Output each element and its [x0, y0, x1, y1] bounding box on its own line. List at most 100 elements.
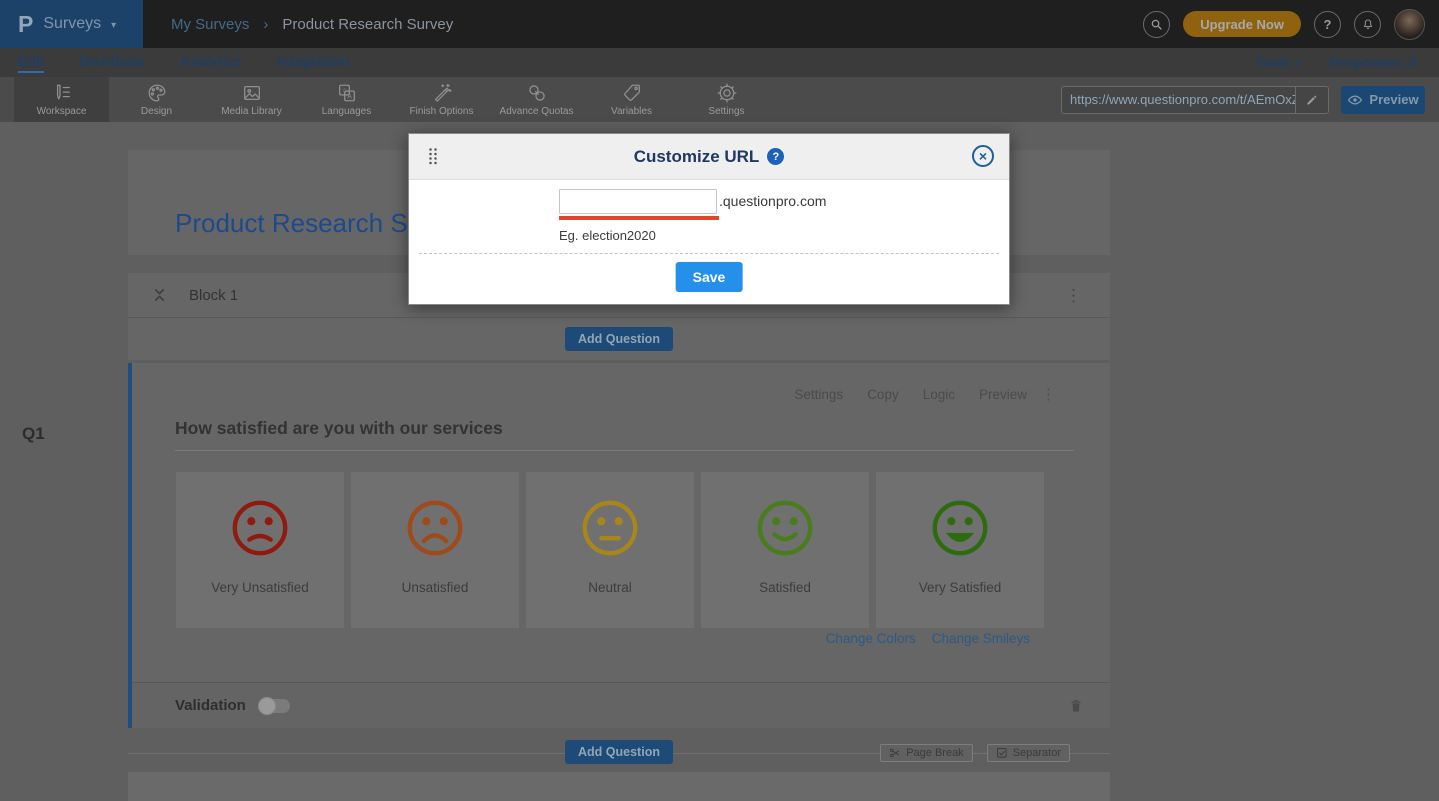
change-smileys-link[interactable]: Change Smileys	[932, 631, 1030, 646]
separator-label: Separator	[1013, 747, 1061, 759]
topbar: P Surveys ▾ My Surveys › Product Researc…	[0, 0, 1439, 48]
toolbar-item-label: Languages	[322, 106, 372, 117]
modal-title: Customize URL	[634, 147, 760, 167]
smiley-options-row: Very Unsatisfied Unsatisfied Neutral Satisf…	[176, 472, 1044, 628]
smiley-option-label: Unsatisfied	[402, 580, 469, 595]
chevron-down-icon: ▾	[111, 20, 116, 31]
close-icon: ×	[979, 149, 987, 163]
custom-url-input[interactable]	[559, 189, 717, 214]
question-card: Settings Copy Logic Preview ⋮ How satisfied…	[128, 363, 1110, 728]
modal-divider	[419, 253, 999, 254]
responses-count: Responses: 0	[1329, 55, 1417, 70]
smile-smiley-icon	[754, 497, 816, 559]
question-menu-icon[interactable]: ⋮	[1041, 385, 1056, 403]
page-break-button[interactable]: Page Break	[880, 744, 972, 762]
question-action-preview[interactable]: Preview	[979, 387, 1027, 402]
change-colors-link[interactable]: Change Colors	[826, 631, 916, 646]
add-question-button-bottom[interactable]: Add Question	[565, 740, 673, 764]
tools-menu[interactable]: Tools▾	[1255, 55, 1299, 70]
toolbar-item-label: Variables	[611, 106, 652, 117]
input-error-underline	[559, 216, 719, 220]
question-links: Change Colors Change Smileys	[826, 631, 1030, 646]
nav-tab-edit[interactable]: Edit	[18, 53, 44, 73]
breadcrumb-separator-icon: ›	[263, 16, 268, 33]
question-text[interactable]: How satisfied are you with our services	[175, 418, 503, 439]
toolbar-item-languages[interactable]: ☆ALanguages	[299, 77, 394, 122]
drag-handle-icon[interactable]	[427, 147, 439, 166]
question-action-copy[interactable]: Copy	[867, 387, 899, 402]
upgrade-now-button[interactable]: Upgrade Now	[1183, 11, 1301, 37]
block-title[interactable]: Block 1	[189, 287, 238, 304]
toolbar-item-variables[interactable]: Variables	[584, 77, 679, 122]
page-break-icon	[889, 747, 901, 759]
page-break-separator-group: Page Break Separator	[880, 744, 1070, 762]
frown-smiley-icon	[229, 497, 291, 559]
save-button[interactable]: Save	[676, 262, 743, 292]
question-number: Q1	[22, 424, 45, 444]
trash-icon	[1068, 697, 1084, 715]
toolbar-item-design[interactable]: Design	[109, 77, 204, 122]
validation-toggle[interactable]	[260, 699, 290, 713]
modal-close-button[interactable]: ×	[972, 145, 994, 167]
breadcrumb: My Surveys › Product Research Survey	[171, 16, 453, 33]
user-avatar[interactable]	[1394, 9, 1425, 40]
block-add-question-row: Add Question	[128, 318, 1110, 359]
modal-body: .questionpro.com Eg. election2020 Save	[409, 180, 1009, 306]
smiley-option-unsatisfied[interactable]: Unsatisfied	[351, 472, 519, 628]
frown-deep-smiley-icon	[404, 497, 466, 559]
validation-label: Validation	[175, 697, 246, 714]
notifications-button[interactable]	[1354, 11, 1381, 38]
main-nav: Edit Distribute Analytics Integration Tools…	[0, 48, 1439, 77]
smiley-option-very-satisfied[interactable]: Very Satisfied	[876, 472, 1044, 628]
smiley-option-label: Neutral	[588, 580, 632, 595]
design-icon	[146, 82, 168, 104]
breadcrumb-current: Product Research Survey	[282, 16, 453, 33]
block-menu-icon[interactable]: ⋮	[1065, 287, 1110, 304]
preview-label: Preview	[1369, 92, 1418, 107]
collapse-block-icon[interactable]	[152, 287, 167, 303]
smiley-option-label: Very Satisfied	[919, 580, 1002, 595]
smiley-option-very-unsatisfied[interactable]: Very Unsatisfied	[176, 472, 344, 628]
nav-right: Tools▾ Responses: 0	[1255, 55, 1421, 70]
question-text-underline	[175, 450, 1074, 451]
search-button[interactable]	[1143, 11, 1170, 38]
pencil-icon	[1305, 93, 1319, 107]
question-action-logic[interactable]: Logic	[923, 387, 955, 402]
breadcrumb-my-surveys[interactable]: My Surveys	[171, 16, 249, 33]
nav-tab-integration[interactable]: Integration	[277, 53, 349, 73]
smiley-option-label: Very Unsatisfied	[211, 580, 309, 595]
toolbar-item-label: Workspace	[37, 106, 87, 117]
product-switcher[interactable]: P Surveys ▾	[0, 0, 143, 48]
preview-button[interactable]: Preview	[1341, 86, 1425, 114]
smiley-option-neutral[interactable]: Neutral	[526, 472, 694, 628]
nav-tab-analytics[interactable]: Analytics	[180, 53, 242, 73]
toolbar-item-finish-options[interactable]: Finish Options	[394, 77, 489, 122]
survey-url[interactable]: https://www.questionpro.com/t/AEmOxZ	[1062, 92, 1295, 107]
questionpro-logo-icon: P	[18, 13, 33, 36]
separator-button[interactable]: Separator	[987, 744, 1070, 762]
question-mark-icon: ?	[1324, 17, 1332, 32]
workspace-icon	[51, 82, 73, 104]
toolbar-item-label: Settings	[708, 106, 744, 117]
question-actions: Settings Copy Logic Preview	[794, 387, 1027, 402]
example-hint: Eg. election2020	[559, 228, 656, 243]
toolbar-item-advance-quotas[interactable]: Advance Quotas	[489, 77, 584, 122]
modal-help-icon[interactable]: ?	[767, 148, 784, 165]
bell-icon	[1361, 17, 1375, 32]
variables-icon	[621, 82, 643, 104]
edit-url-button[interactable]	[1295, 87, 1328, 113]
delete-question-button[interactable]	[1068, 697, 1084, 715]
toolbar-right: https://www.questionpro.com/t/AEmOxZ Pre…	[1061, 86, 1439, 114]
toolbar-item-settings[interactable]: Settings	[679, 77, 774, 122]
eye-icon	[1347, 94, 1363, 106]
finish-options-icon	[431, 82, 453, 104]
help-button[interactable]: ?	[1314, 11, 1341, 38]
toolbar-item-label: Design	[141, 106, 172, 117]
add-question-button[interactable]: Add Question	[565, 327, 673, 351]
toolbar-item-workspace[interactable]: Workspace	[14, 77, 109, 122]
chevron-down-icon: ▾	[1294, 59, 1299, 70]
question-action-settings[interactable]: Settings	[794, 387, 843, 402]
smiley-option-satisfied[interactable]: Satisfied	[701, 472, 869, 628]
nav-tab-distribute[interactable]: Distribute	[79, 53, 144, 73]
toolbar-item-media-library[interactable]: Media Library	[204, 77, 299, 122]
